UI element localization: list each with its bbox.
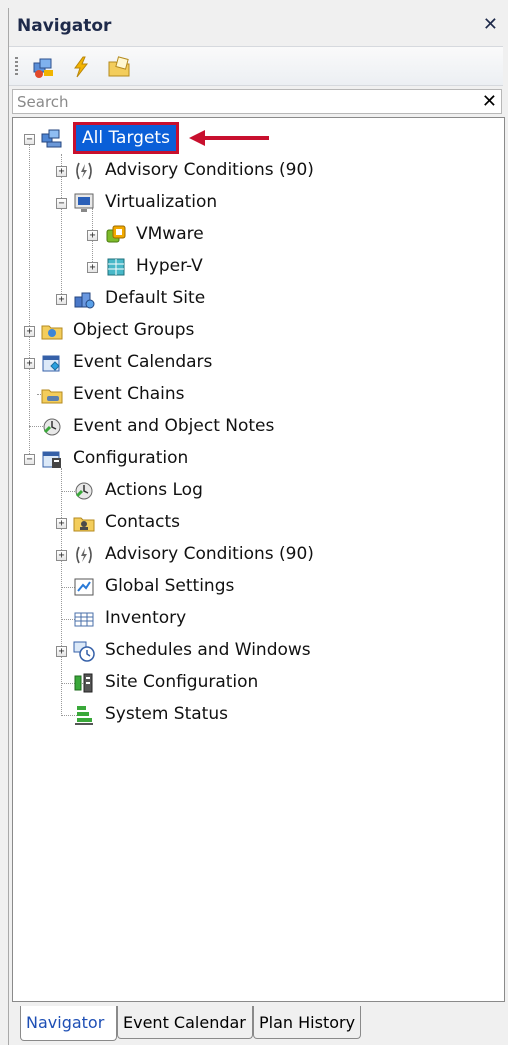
- tree-label-virtualization[interactable]: Virtualization: [105, 192, 217, 212]
- expand-icon[interactable]: +: [24, 358, 35, 369]
- navigator-tree: − All Targets + Advisory Conditions (90)…: [12, 117, 505, 1002]
- tree-label-object-groups[interactable]: Object Groups: [73, 320, 194, 340]
- title-bar: Navigator ✕: [9, 8, 508, 44]
- tree-label-all-targets[interactable]: All Targets: [73, 122, 179, 154]
- tree-node-inventory[interactable]: Inventory: [13, 606, 493, 632]
- site-configuration-icon: [73, 672, 95, 694]
- tree-node-vmware[interactable]: + VMware: [13, 222, 493, 248]
- tree-node-hyperv[interactable]: + Hyper-V: [13, 254, 493, 280]
- notes-icon: [41, 416, 63, 438]
- tab-plan-history[interactable]: Plan History: [253, 1006, 361, 1039]
- expand-icon[interactable]: +: [56, 166, 67, 177]
- tree-node-event-chains[interactable]: Event Chains: [13, 382, 493, 408]
- tree-label-event-object-notes[interactable]: Event and Object Notes: [73, 416, 274, 436]
- tree-node-object-groups[interactable]: + Object Groups: [13, 318, 493, 344]
- contacts-icon: [73, 512, 95, 534]
- tree-label-vmware[interactable]: VMware: [136, 224, 204, 244]
- global-settings-icon: [73, 576, 95, 598]
- tree-node-schedules-windows[interactable]: + Schedules and Windows: [13, 638, 493, 664]
- collapse-icon[interactable]: −: [24, 134, 35, 145]
- tree-node-default-site[interactable]: + Default Site: [13, 286, 493, 312]
- targets-icon[interactable]: [31, 55, 55, 79]
- tree-label-site-configuration[interactable]: Site Configuration: [105, 672, 258, 692]
- tree-node-system-status[interactable]: System Status: [13, 702, 493, 728]
- panel-title: Navigator: [17, 16, 112, 36]
- advisory-conditions-icon: [73, 160, 95, 182]
- vmware-icon: [105, 224, 127, 246]
- tree-label-event-chains[interactable]: Event Chains: [73, 384, 185, 404]
- monitor-icon: [73, 192, 95, 214]
- expand-icon[interactable]: +: [56, 518, 67, 529]
- network-targets-icon: [41, 128, 63, 150]
- tree-label-configuration[interactable]: Configuration: [73, 448, 188, 468]
- tree-node-advisory-conditions[interactable]: + Advisory Conditions (90): [13, 158, 493, 184]
- tree-label-schedules-windows[interactable]: Schedules and Windows: [105, 640, 311, 660]
- expand-icon[interactable]: +: [56, 550, 67, 561]
- tree-node-configuration[interactable]: − Configuration: [13, 446, 493, 472]
- event-chains-icon: [41, 384, 63, 406]
- tree-label-system-status[interactable]: System Status: [105, 704, 228, 724]
- tree-label-default-site[interactable]: Default Site: [105, 288, 205, 308]
- collapse-icon[interactable]: −: [56, 198, 67, 209]
- tree-label-event-calendars[interactable]: Event Calendars: [73, 352, 212, 372]
- object-groups-icon: [41, 320, 63, 342]
- tree-label-contacts[interactable]: Contacts: [105, 512, 180, 532]
- tree-node-virtualization[interactable]: − Virtualization: [13, 190, 493, 216]
- tree-label-inventory[interactable]: Inventory: [105, 608, 186, 628]
- close-icon[interactable]: ✕: [483, 14, 498, 35]
- tab-navigator[interactable]: Navigator: [20, 1006, 117, 1041]
- tree-label-advisory-conditions[interactable]: Advisory Conditions (90): [105, 160, 314, 180]
- expand-icon[interactable]: +: [56, 294, 67, 305]
- tree-label-actions-log[interactable]: Actions Log: [105, 480, 203, 500]
- navigator-panel: Navigator ✕ ✕ −: [0, 0, 508, 1045]
- toolbar: [9, 46, 503, 86]
- site-icon: [73, 288, 95, 310]
- expand-icon[interactable]: +: [87, 262, 98, 273]
- system-status-icon: [73, 704, 95, 726]
- tree-label-global-settings[interactable]: Global Settings: [105, 576, 234, 596]
- tree-node-site-configuration[interactable]: Site Configuration: [13, 670, 493, 696]
- note-folder-icon[interactable]: [107, 55, 131, 79]
- event-calendars-icon: [41, 352, 63, 374]
- expand-icon[interactable]: +: [87, 230, 98, 241]
- clear-search-icon[interactable]: ✕: [482, 91, 497, 112]
- lightning-icon[interactable]: [69, 55, 93, 79]
- collapse-icon[interactable]: −: [24, 454, 35, 465]
- tree-label-hyperv[interactable]: Hyper-V: [136, 256, 203, 276]
- tree-node-actions-log[interactable]: Actions Log: [13, 478, 493, 504]
- search-box: ✕: [12, 89, 502, 114]
- tab-event-calendar[interactable]: Event Calendar: [117, 1006, 253, 1039]
- advisory-conditions-icon: [73, 544, 95, 566]
- hyperv-icon: [105, 256, 127, 278]
- search-input[interactable]: [13, 90, 473, 113]
- expand-icon[interactable]: +: [24, 326, 35, 337]
- tree-node-global-settings[interactable]: Global Settings: [13, 574, 493, 600]
- tree-node-event-calendars[interactable]: + Event Calendars: [13, 350, 493, 376]
- tree-node-event-object-notes[interactable]: Event and Object Notes: [13, 414, 493, 440]
- inventory-icon: [73, 608, 95, 630]
- schedules-icon: [73, 640, 95, 662]
- configuration-icon: [41, 448, 63, 470]
- tree-node-contacts[interactable]: + Contacts: [13, 510, 493, 536]
- tree-node-advisory-conditions-config[interactable]: + Advisory Conditions (90): [13, 542, 493, 568]
- toolbar-grip[interactable]: [15, 57, 18, 77]
- tree-label-advisory-conditions-config[interactable]: Advisory Conditions (90): [105, 544, 314, 564]
- actions-log-icon: [73, 480, 95, 502]
- annotation-arrow-icon: [189, 130, 269, 146]
- expand-icon[interactable]: +: [56, 646, 67, 657]
